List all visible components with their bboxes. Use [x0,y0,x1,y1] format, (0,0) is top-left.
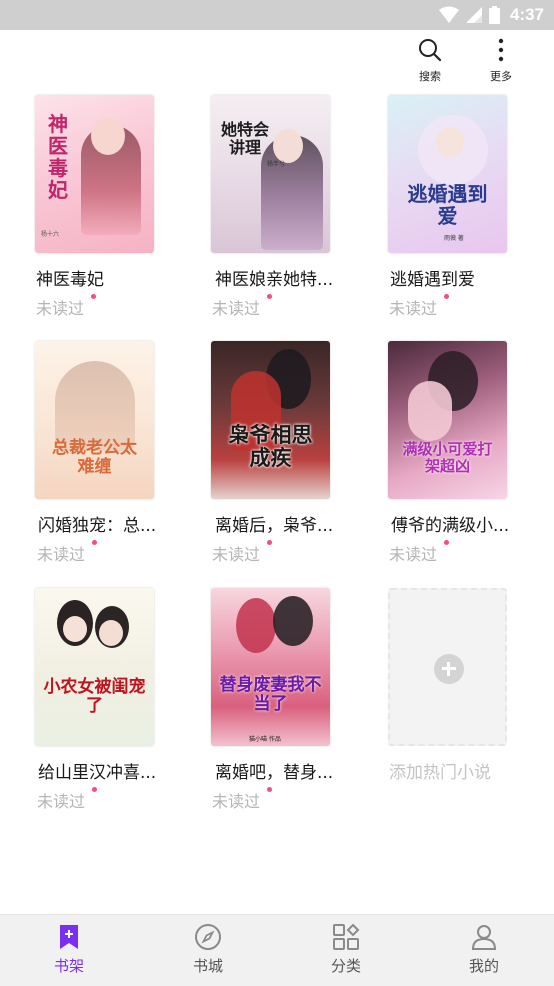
book-title: 神医娘亲她特... [215,270,334,290]
book-title: 给山里汉冲喜... [38,763,157,783]
compass-icon [195,924,221,950]
more-vertical-icon [498,38,504,62]
tab-profile[interactable]: 我的 [449,923,519,976]
unread-dot [91,294,96,299]
search-icon [419,39,442,62]
battery-icon [488,6,500,24]
book-status: 未读过 [389,545,438,564]
book-title: 离婚吧，替身... [215,763,334,783]
unread-dot [267,787,272,792]
unread-dot [267,540,272,545]
wifi-icon [438,6,459,23]
book-title: 傅爷的满级小... [391,516,510,536]
book-cover[interactable]: 总裁老公太难缠 [35,341,154,499]
book-cover[interactable]: 逃婚遇到爱 雨薇 著 [388,95,507,253]
cover-author: 杨十六 [41,231,60,238]
cover-title: 逃婚遇到爱 [407,182,488,228]
tab-bookstore[interactable]: 书城 [173,923,243,976]
person-icon [471,925,497,950]
book-status: 未读过 [36,299,85,318]
unread-dot [92,540,97,545]
status-time: 4:37 [509,5,544,24]
book-status: 未读过 [389,299,438,318]
search-label: 搜索 [419,70,441,83]
add-book-label: 添加热门小说 [389,763,491,783]
bottom-nav: 书架 书城 分类 我的 [0,914,554,986]
book-title: 神医毒妃 [36,270,104,290]
plus-icon [434,654,464,684]
cover-title: 总裁老公太难缠 [52,438,137,477]
cover-title: 神医毒妃 [48,112,68,202]
tab-label: 分类 [330,957,361,975]
grid-icon [333,923,360,950]
tab-bookshelf[interactable]: 书架 [34,923,104,976]
cover-author: 杨芊兮 [267,161,286,168]
unread-dot [267,294,272,299]
cover-title: 满级小可爱打架超凶 [402,440,493,475]
book-cover[interactable]: 满级小可爱打架超凶 [388,341,507,499]
cover-title: 小农女被闺宠了 [43,677,146,716]
cover-author: 猫小喵 作品 [249,736,281,743]
book-status: 未读过 [37,792,86,811]
search-button[interactable]: 搜索 [410,38,450,84]
cover-author: 雨薇 著 [444,235,464,242]
status-icons: 4:37 [438,5,544,25]
book-cover[interactable]: 替身废妻我不当了 猫小喵 作品 [211,588,330,746]
cover-title: 枭爷相思成疾 [228,422,313,471]
book-title: 逃婚遇到爱 [390,270,475,290]
signal-icon [465,7,482,23]
unread-dot [444,540,449,545]
more-label: 更多 [490,70,512,83]
add-book-box[interactable] [388,588,507,746]
book-status: 未读过 [212,792,261,811]
book-title: 闪婚独宠：总... [38,516,157,536]
bookmark-icon [60,925,78,949]
more-button[interactable]: 更多 [481,38,521,84]
book-cover[interactable]: 她特会讲理 杨芊兮 [211,95,330,253]
book-cover[interactable]: 神医毒妃 杨十六 [35,95,154,253]
book-status: 未读过 [37,545,86,564]
tab-label: 书城 [192,957,223,975]
tab-label: 书架 [53,957,84,975]
unread-dot [92,787,97,792]
cover-title: 替身废妻我不当了 [219,675,322,714]
book-status: 未读过 [212,299,261,318]
book-cover[interactable]: 枭爷相思成疾 [211,341,330,499]
cover-title: 她特会讲理 [220,120,269,157]
tab-label: 我的 [468,957,499,975]
book-cover[interactable]: 小农女被闺宠了 [35,588,154,746]
book-title: 离婚后，枭爷... [215,516,334,536]
unread-dot [444,294,449,299]
book-status: 未读过 [212,545,261,564]
status-bar: 4:37 [0,0,554,30]
tab-category[interactable]: 分类 [311,923,381,976]
